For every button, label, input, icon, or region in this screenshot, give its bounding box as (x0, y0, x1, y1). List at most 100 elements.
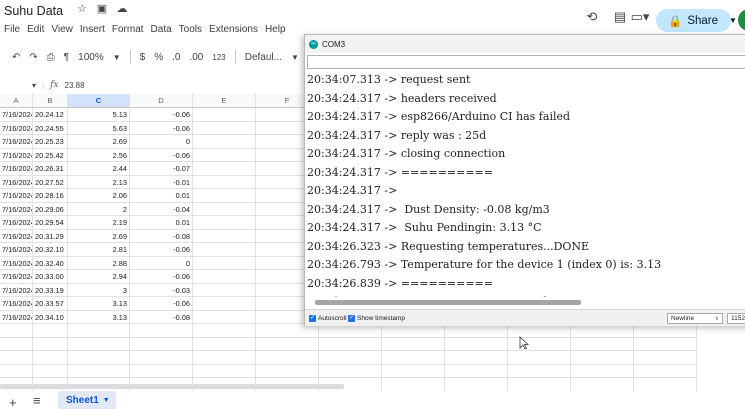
cell[interactable]: 2.81 (68, 243, 130, 257)
menu-item-help[interactable]: Help (265, 24, 286, 35)
cell[interactable]: 20.34.10 (33, 310, 68, 324)
cell[interactable] (571, 351, 634, 365)
cell[interactable]: 20.26.31 (33, 162, 68, 176)
currency-format-button[interactable]: $ (140, 52, 146, 63)
cell[interactable]: 7/16/2024 (0, 162, 33, 176)
cell[interactable] (382, 351, 445, 365)
cell[interactable]: 7/16/2024 (0, 270, 33, 284)
cell[interactable]: 3.13 (68, 310, 130, 324)
menu-item-file[interactable]: File (4, 24, 20, 35)
show-timestamp-checkbox[interactable]: ✓ Show timestamp (348, 315, 405, 322)
zoom-select[interactable]: 100% (78, 52, 104, 63)
cell[interactable]: -0.08 (130, 310, 193, 324)
cell[interactable] (508, 324, 571, 338)
cell[interactable]: 2.88 (68, 256, 130, 270)
cell[interactable] (193, 324, 256, 338)
cell[interactable]: 7/16/2024 (0, 148, 33, 162)
cell[interactable]: -0.01 (130, 175, 193, 189)
serial-send-input[interactable] (307, 55, 745, 69)
column-header-c[interactable]: C (68, 94, 130, 108)
cell[interactable]: 5.13 (68, 108, 130, 122)
cell[interactable] (634, 324, 697, 338)
cloud-status-icon[interactable]: ☁ (116, 3, 128, 15)
cell[interactable] (256, 337, 319, 351)
cell[interactable] (130, 364, 193, 378)
cell[interactable]: 7/16/2024 (0, 256, 33, 270)
cell[interactable] (68, 324, 130, 338)
cell[interactable]: 20.33.57 (33, 297, 68, 311)
cell[interactable] (571, 337, 634, 351)
cell[interactable]: 7/16/2024 (0, 121, 33, 135)
print-icon[interactable]: ⎙ (47, 52, 55, 63)
cell[interactable]: -0.06 (130, 270, 193, 284)
cell[interactable] (508, 364, 571, 378)
sheet-tab-active[interactable]: Sheet1 ▼ (58, 391, 116, 409)
cell[interactable] (445, 364, 508, 378)
percent-format-button[interactable]: % (154, 52, 163, 63)
cell[interactable] (319, 337, 382, 351)
cell[interactable]: 7/16/2024 (0, 283, 33, 297)
cell[interactable]: 20.29.54 (33, 216, 68, 230)
cell[interactable]: 7/16/2024 (0, 175, 33, 189)
cell[interactable]: -0.06 (130, 148, 193, 162)
document-title[interactable]: Suhu Data (4, 4, 63, 18)
cell[interactable] (130, 351, 193, 365)
cell[interactable] (319, 351, 382, 365)
cell[interactable]: 7/16/2024 (0, 202, 33, 216)
cell[interactable]: 2.94 (68, 270, 130, 284)
cell[interactable]: 20.33.00 (33, 270, 68, 284)
cell[interactable] (319, 324, 382, 338)
cell[interactable] (0, 337, 33, 351)
comments-icon[interactable]: ▤ (612, 9, 628, 25)
column-header-b[interactable]: B (33, 94, 68, 108)
cell[interactable]: 20.29.06 (33, 202, 68, 216)
history-icon[interactable]: ⟲ (584, 9, 600, 25)
cell[interactable]: 20.31.29 (33, 229, 68, 243)
cell[interactable]: 2.69 (68, 135, 130, 149)
cell[interactable] (193, 202, 256, 216)
cell[interactable]: 2.69 (68, 229, 130, 243)
cell[interactable] (193, 297, 256, 311)
cell[interactable] (571, 378, 634, 392)
cell[interactable] (445, 378, 508, 392)
cell[interactable]: -0.03 (130, 283, 193, 297)
menu-item-edit[interactable]: Edit (27, 24, 44, 35)
cell[interactable]: 2.44 (68, 162, 130, 176)
cell[interactable]: -0.04 (130, 202, 193, 216)
cell[interactable] (382, 324, 445, 338)
chevron-down-icon[interactable]: ▼ (291, 53, 299, 62)
cell[interactable] (68, 337, 130, 351)
cell[interactable]: -0.06 (130, 121, 193, 135)
menu-item-insert[interactable]: Insert (80, 24, 105, 35)
cell[interactable] (445, 324, 508, 338)
cell[interactable] (33, 337, 68, 351)
menu-item-tools[interactable]: Tools (179, 24, 202, 35)
cell[interactable] (634, 378, 697, 392)
cell[interactable]: 7/16/2024 (0, 189, 33, 203)
cell[interactable] (382, 378, 445, 392)
cell[interactable]: 0.01 (130, 216, 193, 230)
cell[interactable]: -0.06 (130, 243, 193, 257)
cell[interactable] (193, 148, 256, 162)
cell[interactable]: 7/16/2024 (0, 297, 33, 311)
cell[interactable] (193, 189, 256, 203)
cell[interactable]: 20.24.55 (33, 121, 68, 135)
cell[interactable] (193, 243, 256, 257)
cell[interactable]: 0.01 (130, 189, 193, 203)
cell[interactable] (193, 135, 256, 149)
all-sheets-icon[interactable]: ≡ (33, 393, 41, 408)
cell[interactable]: 20.28.16 (33, 189, 68, 203)
cell[interactable]: 7/16/2024 (0, 243, 33, 257)
cell[interactable] (445, 337, 508, 351)
cell[interactable] (508, 351, 571, 365)
cell[interactable]: 7/16/2024 (0, 216, 33, 230)
cell[interactable] (193, 351, 256, 365)
cell[interactable] (319, 364, 382, 378)
cell[interactable] (193, 337, 256, 351)
cell[interactable] (256, 364, 319, 378)
cell[interactable] (33, 324, 68, 338)
cell[interactable]: -0.08 (130, 229, 193, 243)
cell[interactable]: -0.07 (130, 162, 193, 176)
add-sheet-icon[interactable]: + (9, 395, 17, 409)
cell[interactable] (68, 364, 130, 378)
